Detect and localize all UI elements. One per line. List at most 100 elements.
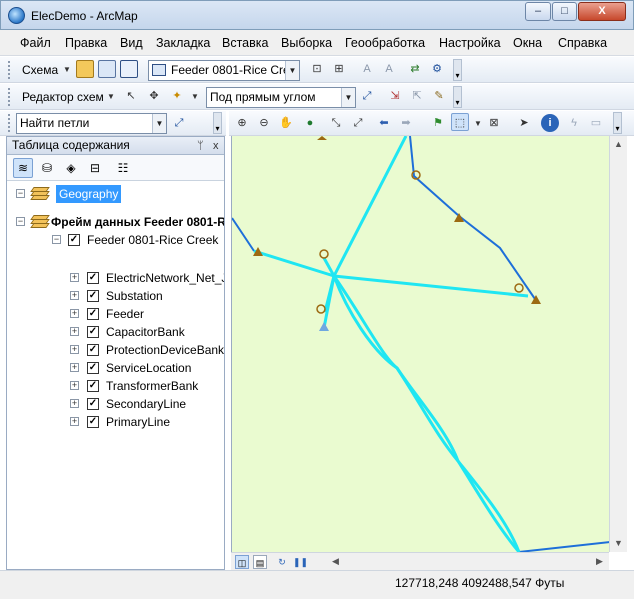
pause-drawing-icon[interactable]: ❚❚ [293, 555, 308, 569]
map-canvas[interactable] [232, 136, 609, 552]
list-by-drawing-order-icon[interactable]: ≋ [13, 158, 33, 178]
text-grow-icon[interactable]: A [358, 60, 376, 78]
html-popup-icon[interactable]: ▭ [587, 114, 605, 132]
overwrite-diagram-icon[interactable]: ⊞ [330, 60, 348, 78]
layer-row[interactable]: + ✓ ElectricNetwork_Net_J [7, 269, 224, 287]
chevron-down-icon[interactable]: ▼ [186, 88, 204, 106]
chevron-down-icon[interactable]: ▼ [58, 61, 76, 79]
visibility-checkbox[interactable]: ✓ [87, 398, 99, 410]
expand-icon[interactable]: + [70, 363, 79, 372]
expand-icon[interactable]: + [70, 291, 79, 300]
toolbar-overflow[interactable]: ▾ [453, 59, 462, 81]
substation-triangle[interactable] [319, 322, 329, 331]
close-button[interactable]: X [578, 2, 626, 21]
menu-selection[interactable]: Выборка [281, 36, 332, 50]
list-by-visibility-icon[interactable]: ◈ [61, 158, 81, 178]
propagate-icon[interactable]: ⇄ [406, 60, 424, 78]
map-view[interactable] [231, 136, 609, 552]
forward-arrow-icon[interactable]: ➡ [397, 114, 415, 132]
layer-row[interactable]: + ✓ PrimaryLine [7, 413, 224, 431]
select-features-icon[interactable]: ⬚ [451, 113, 469, 131]
layout-algorithm-select[interactable]: Под прямым углом ▼ [206, 87, 356, 108]
service-location-marker[interactable] [316, 304, 326, 314]
menu-help[interactable]: Справка [558, 36, 607, 50]
magic-wand-icon[interactable]: ✦ [168, 87, 186, 105]
toolbar-overflow[interactable]: ▾ [453, 86, 462, 108]
menu-file[interactable]: Файл [20, 36, 51, 50]
back-arrow-icon[interactable]: ⬅ [375, 114, 393, 132]
list-by-source-icon[interactable]: ⛁ [37, 158, 57, 178]
network-icon[interactable]: ⚙ [428, 60, 446, 78]
toolbar-overflow[interactable]: ▾ [613, 112, 622, 134]
menu-edit[interactable]: Правка [65, 36, 107, 50]
menu-customize[interactable]: Настройка [439, 36, 501, 50]
close-icon[interactable]: x [213, 138, 219, 155]
move-nodes-icon[interactable]: ✥ [145, 87, 163, 105]
text-shrink-icon[interactable]: A [380, 60, 398, 78]
layer-row[interactable]: + ✓ Substation [7, 287, 224, 305]
toolbar-grip[interactable] [8, 61, 12, 79]
expand-icon[interactable]: + [70, 381, 79, 390]
visibility-checkbox[interactable]: ✓ [87, 272, 99, 284]
select-arrow-icon[interactable]: ↖ [122, 87, 140, 105]
collapse-icon[interactable]: − [16, 217, 25, 226]
toolbar-grip[interactable] [8, 114, 12, 132]
remove-vertex-icon[interactable]: ⇱ [408, 87, 426, 105]
menu-geoprocessing[interactable]: Геообработка [345, 36, 425, 50]
layer-row[interactable]: + ✓ ProtectionDeviceBank [7, 341, 224, 359]
expand-icon[interactable]: + [70, 417, 79, 426]
fixed-zoom-out-icon[interactable]: ⤢ [349, 114, 367, 132]
trace-run-icon[interactable]: ⤢ [170, 114, 188, 132]
open-folder-icon[interactable] [76, 60, 94, 78]
service-location-marker[interactable] [514, 283, 524, 293]
fixed-zoom-in-icon[interactable]: ⤡ [327, 114, 345, 132]
menu-windows[interactable]: Окна [513, 36, 542, 50]
apply-layout-icon[interactable]: ⤢ [358, 87, 376, 105]
chevron-down-icon[interactable]: ▼ [102, 88, 120, 106]
zoom-out-icon[interactable]: ⊖ [255, 114, 273, 132]
schema-menu[interactable]: Схема [22, 63, 58, 77]
collapse-icon[interactable]: − [16, 189, 25, 198]
visibility-checkbox[interactable]: ✓ [87, 290, 99, 302]
visibility-checkbox[interactable]: ✓ [87, 344, 99, 356]
vertical-scrollbar[interactable]: ▲ ▼ [609, 136, 627, 552]
maximize-button[interactable]: □ [552, 2, 577, 21]
data-view-icon[interactable]: ◫ [235, 555, 249, 569]
visibility-checkbox[interactable]: ✓ [87, 380, 99, 392]
expand-icon[interactable]: + [70, 309, 79, 318]
scroll-down-arrow-icon[interactable]: ▼ [610, 535, 627, 552]
refresh-icon[interactable]: ↻ [275, 555, 289, 569]
visibility-checkbox[interactable]: ✓ [87, 326, 99, 338]
collapse-icon[interactable]: − [52, 235, 61, 244]
options-icon[interactable]: ☷ [113, 158, 133, 178]
select-elements-arrow-icon[interactable]: ➤ [515, 114, 533, 132]
horizontal-scrollbar[interactable]: ◫ ▤ ↻ ❚❚ ◀ ▶ [231, 552, 609, 570]
menu-view[interactable]: Вид [120, 36, 143, 50]
layer-row[interactable]: + ✓ TransformerBank [7, 377, 224, 395]
layout-view-icon[interactable]: ▤ [253, 555, 267, 569]
visibility-checkbox[interactable]: ✓ [68, 234, 80, 246]
update-diagram-icon[interactable]: ⊡ [308, 60, 326, 78]
diagram-window-icon[interactable] [120, 60, 138, 78]
minimize-button[interactable]: – [525, 2, 551, 21]
scroll-right-arrow-icon[interactable]: ▶ [591, 553, 608, 570]
toolbar-grip[interactable] [8, 88, 12, 106]
feeder-diagram-select[interactable]: Feeder 0801-Rice Cre ▼ [148, 60, 300, 81]
layer-row[interactable]: + ✓ CapacitorBank [7, 323, 224, 341]
chevron-down-icon[interactable]: ▼ [285, 61, 299, 80]
tree-row-geography[interactable]: − Geography [7, 185, 224, 203]
expand-icon[interactable]: + [70, 327, 79, 336]
identify-info-icon[interactable]: i [541, 114, 559, 132]
layer-row[interactable]: + ✓ SecondaryLine [7, 395, 224, 413]
pin-icon[interactable]: ᛘ [197, 138, 204, 155]
zoom-in-icon[interactable]: ⊕ [233, 114, 251, 132]
pan-hand-icon[interactable]: ✋ [277, 114, 295, 132]
chevron-down-icon[interactable]: ▼ [341, 88, 355, 107]
list-by-selection-icon[interactable]: ⊟ [85, 158, 105, 178]
expand-icon[interactable]: + [70, 273, 79, 282]
scroll-left-arrow-icon[interactable]: ◀ [327, 553, 344, 570]
hyperlink-bolt-icon[interactable]: ϟ [565, 114, 583, 132]
toolbar-overflow[interactable]: ▾ [213, 112, 222, 134]
edit-properties-icon[interactable]: ✎ [430, 87, 448, 105]
schematic-editor-menu[interactable]: Редактор схем [22, 90, 104, 104]
